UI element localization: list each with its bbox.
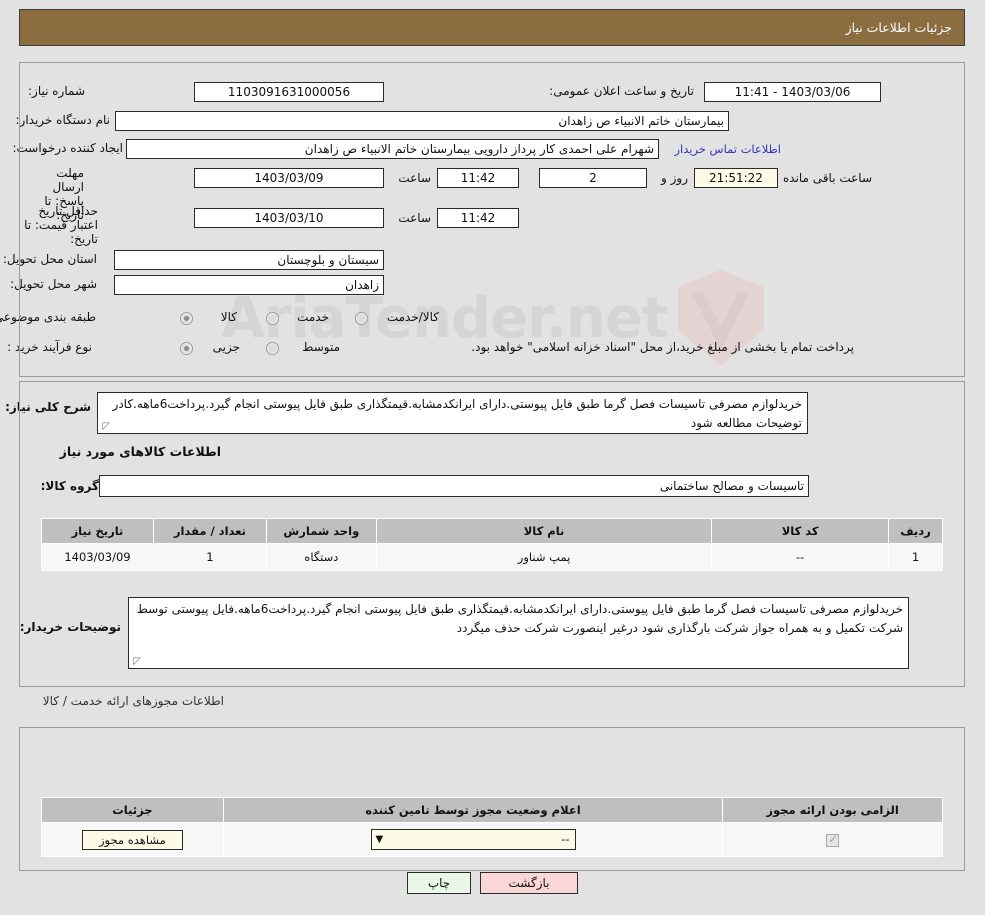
cell-name: پمپ شناور <box>375 543 713 571</box>
cell-permit-detail: مشاهده مجوز <box>41 822 224 857</box>
cell-qty: 1 <box>152 543 267 571</box>
cell-permit-required <box>722 822 943 857</box>
col-radif: ردیف <box>888 518 943 544</box>
permit-status-value: -- <box>561 832 570 846</box>
permit-status-select[interactable]: ▼ -- <box>370 829 576 850</box>
permit-required-checkbox[interactable] <box>826 832 840 847</box>
footer-buttons: بازگشت چاپ <box>0 872 985 894</box>
permits-table: الزامی بودن ارائه مجوز اعلام وضعیت مجوز … <box>41 797 943 857</box>
print-button[interactable]: چاپ <box>407 872 471 894</box>
table-row: 1 -- پمپ شناور دستگاه 1 1403/03/09 <box>41 543 943 571</box>
cell-permit-status: ▼ -- <box>222 822 724 857</box>
cell-unit: دستگاه <box>265 543 377 571</box>
need-info-panel <box>19 62 965 377</box>
col-qty: تعداد / مقدار <box>152 518 267 544</box>
cell-radif: 1 <box>888 543 943 571</box>
page-header: جزئیات اطلاعات نیاز <box>19 9 965 46</box>
col-permit-required: الزامی بودن ارائه مجوز <box>722 797 943 823</box>
back-button[interactable]: بازگشت <box>480 872 578 894</box>
permits-table-header-row: الزامی بودن ارائه مجوز اعلام وضعیت مجوز … <box>41 797 943 823</box>
items-table-header-row: ردیف کد کالا نام کالا واحد شمارش تعداد /… <box>41 518 943 544</box>
table-row: ▼ -- مشاهده مجوز <box>41 822 943 857</box>
col-name: نام کالا <box>375 518 713 544</box>
view-permit-button[interactable]: مشاهده مجوز <box>82 829 183 850</box>
col-code: کد کالا <box>711 518 890 544</box>
permits-section-title: اطلاعات مجوزهای ارائه خدمت / کالا <box>42 694 224 708</box>
col-needdate: تاریخ نیاز <box>41 518 154 544</box>
items-section-title: اطلاعات کالاهای مورد نیاز <box>59 444 221 459</box>
page-title: جزئیات اطلاعات نیاز <box>845 20 952 35</box>
cell-needdate: 1403/03/09 <box>41 543 154 571</box>
col-unit: واحد شمارش <box>265 518 377 544</box>
cell-code: -- <box>711 543 890 571</box>
items-table: ردیف کد کالا نام کالا واحد شمارش تعداد /… <box>41 518 943 571</box>
chevron-down-icon: ▼ <box>375 834 384 845</box>
col-permit-status: اعلام وضعیت مجوز توسط تامین کننده <box>222 797 724 823</box>
col-permit-detail: جزئیات <box>41 797 224 823</box>
